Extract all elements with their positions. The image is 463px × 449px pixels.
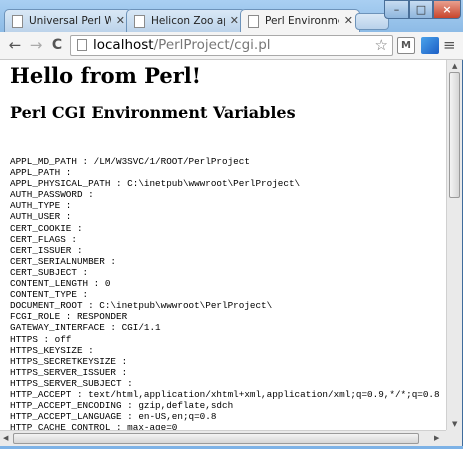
- env-variable-line: APPL_PHYSICAL_PATH : C:\inetpub\wwwroot\…: [10, 178, 301, 190]
- scroll-left-arrow-icon[interactable]: ◀: [3, 434, 8, 442]
- vertical-scrollbar[interactable]: ▲ ▼: [446, 60, 462, 430]
- close-tab-icon[interactable]: ✕: [116, 14, 125, 27]
- bookmark-star-icon[interactable]: ☆: [375, 36, 388, 55]
- tab-strip: Universal Perl Web A ✕ Helicon Zoo appli…: [0, 0, 463, 33]
- minimize-button[interactable]: –: [384, 0, 409, 19]
- env-variable-line: FCGI_ROLE : RESPONDER: [10, 311, 128, 323]
- close-tab-icon[interactable]: ✕: [230, 14, 239, 27]
- tab-perl-environment[interactable]: Perl Environment Var ✕: [240, 9, 360, 33]
- env-variable-line: AUTH_USER :: [10, 211, 72, 223]
- chrome-menu-icon[interactable]: ≡: [443, 36, 456, 54]
- horizontal-scrollbar[interactable]: ◀ ▶: [0, 430, 446, 446]
- env-variable-line: APPL_PATH :: [10, 167, 72, 179]
- env-variable-line: HTTP_ACCEPT : text/html,application/xhtm…: [10, 388, 440, 400]
- env-variable-line: CONTENT_LENGTH : 0: [10, 278, 111, 290]
- page-content: Hello from Perl! Perl CGI Environment Va…: [0, 60, 446, 430]
- tab-label: Helicon Zoo applicat: [151, 15, 225, 27]
- env-variable-line: APPL_MD_PATH : /LM/W3SVC/1/ROOT/PerlProj…: [10, 156, 250, 167]
- forward-button[interactable]: →: [27, 36, 45, 54]
- page-icon: [77, 39, 87, 51]
- url-path: /PerlProject/cgi.pl: [153, 37, 271, 53]
- env-variable-line: CONTENT_TYPE :: [10, 289, 89, 301]
- page-heading: Hello from Perl!: [10, 63, 201, 88]
- env-variable-line: HTTPS_SERVER_SUBJECT :: [10, 377, 133, 389]
- env-variable-line: HTTPS_KEYSIZE :: [10, 344, 94, 356]
- vertical-scroll-thumb[interactable]: [449, 72, 460, 198]
- env-variable-line: GATEWAY_INTERFACE : CGI/1.1: [10, 322, 161, 334]
- env-variable-line: DOCUMENT_ROOT : C:\inetpub\wwwroot\PerlP…: [10, 300, 273, 312]
- docs-extension-icon[interactable]: [421, 37, 439, 54]
- page-icon: [134, 15, 145, 28]
- env-variable-line: CERT_COOKIE :: [10, 222, 83, 234]
- scrollbar-corner: [446, 430, 462, 446]
- horizontal-scroll-thumb[interactable]: [13, 433, 419, 444]
- env-variable-line: CERT_SERIALNUMBER :: [10, 255, 117, 267]
- env-variable-line: HTTP_ACCEPT_LANGUAGE : en-US,en;q=0.8: [10, 411, 217, 423]
- reload-button[interactable]: C: [48, 36, 66, 54]
- url-host: localhost: [93, 37, 154, 53]
- page-icon: [12, 15, 23, 28]
- env-variable-line: HTTP_CACHE_CONTROL : max-age=0: [10, 422, 178, 430]
- maximize-button[interactable]: □: [409, 0, 433, 19]
- address-bar[interactable]: localhost/PerlProject/cgi.pl ☆: [70, 35, 393, 56]
- env-variable-line: CERT_FLAGS :: [10, 233, 77, 245]
- tab-universal-perl[interactable]: Universal Perl Web A ✕: [4, 9, 132, 32]
- back-button[interactable]: ←: [6, 36, 24, 54]
- scroll-down-arrow-icon[interactable]: ▼: [452, 420, 457, 428]
- env-variable-line: CERT_ISSUER :: [10, 244, 83, 256]
- scroll-up-arrow-icon[interactable]: ▲: [452, 62, 457, 70]
- env-variable-line: HTTP_ACCEPT_ENCODING : gzip,deflate,sdch: [10, 400, 234, 412]
- tab-label: Universal Perl Web A: [29, 15, 111, 27]
- env-variable-line: AUTH_PASSWORD :: [10, 189, 94, 201]
- scroll-right-arrow-icon[interactable]: ▶: [434, 434, 439, 442]
- close-tab-icon[interactable]: ✕: [344, 14, 353, 27]
- page-subheading: Perl CGI Environment Variables: [10, 103, 296, 122]
- env-variable-line: HTTPS : off: [10, 333, 72, 345]
- env-variable-line: CERT_SUBJECT :: [10, 266, 89, 278]
- env-variable-line: HTTPS_SERVER_ISSUER :: [10, 366, 128, 378]
- env-variable-line: AUTH_TYPE :: [10, 200, 72, 212]
- env-variable-line: HTTPS_SECRETKEYSIZE :: [10, 355, 128, 367]
- tab-label: Perl Environment Var: [265, 15, 339, 27]
- close-button[interactable]: ×: [433, 0, 461, 19]
- gmail-extension-icon[interactable]: M: [397, 37, 415, 54]
- page-icon: [248, 15, 259, 28]
- env-variable-list: APPL_MD_PATH : /LM/W3SVC/1/ROOT/PerlProj…: [10, 156, 440, 430]
- toolbar: ← → C localhost/PerlProject/cgi.pl ☆ M ≡: [0, 32, 463, 60]
- tab-helicon-zoo[interactable]: Helicon Zoo applicat ✕: [126, 9, 246, 32]
